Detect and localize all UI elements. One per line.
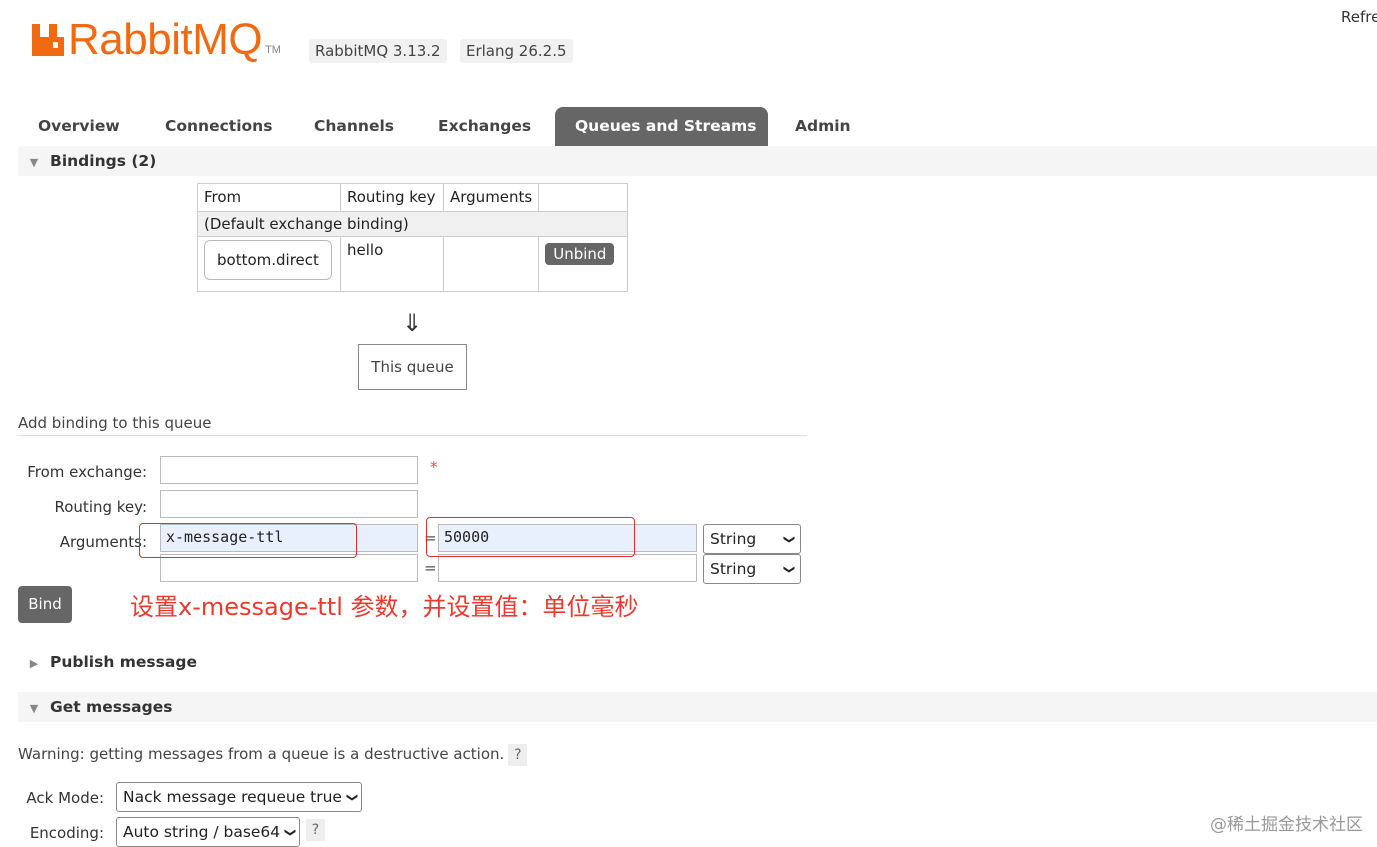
rabbitmq-version-badge: RabbitMQ 3.13.2 [309,39,447,63]
argument-key-input-2[interactable] [160,554,418,582]
routing-key-input[interactable] [160,490,418,518]
chevron-down-icon: ❯ [782,534,796,544]
help-icon[interactable]: ? [508,744,528,766]
bindings-title: Bindings (2) [50,152,157,170]
this-queue-box: This queue [358,344,467,390]
destructive-warning: Warning: getting messages from a queue i… [18,744,528,766]
down-arrow-icon: ⇓ [402,309,423,337]
ack-mode-value: Nack message requeue true [123,788,342,806]
publish-section-header[interactable]: ▶ Publish message [18,647,1377,677]
ack-mode-select[interactable]: Nack message requeue true ❯ [116,782,362,812]
table-row: bottom.direct hello Unbind [197,236,629,292]
argument-type-value-2: String [710,560,757,578]
col-routing-key: Routing key [340,183,444,212]
routing-key-label: Routing key: [54,498,148,516]
expanded-triangle-icon: ▼ [29,702,39,715]
bind-button[interactable]: Bind [18,586,72,623]
annotation-highlight-value [426,517,635,557]
chevron-down-icon: ❯ [284,827,298,837]
tab-overview[interactable]: Overview [18,107,140,146]
warning-text: Warning: getting messages from a queue i… [18,745,505,763]
argument-value-input-2[interactable] [438,554,697,582]
annotation-text: 设置x-message-ttl 参数，并设置值：单位毫秒 [130,593,639,621]
default-binding-label: (Default exchange binding) [196,211,629,237]
from-exchange-input[interactable] [160,456,418,484]
rabbitmq-logo-icon [32,24,64,56]
chevron-down-icon: ❯ [782,564,796,574]
table-header-row: From Routing key Arguments [197,183,629,212]
arguments-label: Arguments: [59,533,147,551]
collapsed-triangle-icon: ▶ [29,657,39,670]
default-binding-row: (Default exchange binding) [196,211,629,237]
chevron-down-icon: ❯ [346,792,360,802]
refresh-selector[interactable]: Refre [1341,8,1377,26]
exchange-link[interactable]: bottom.direct [204,240,332,280]
rabbitmq-logo[interactable]: RabbitMQ TM [32,14,281,62]
bindings-table: From Routing key Arguments (Default exch… [196,183,629,292]
unbind-button[interactable]: Unbind [545,243,615,265]
argument-type-select-2[interactable]: String ❯ [703,554,801,584]
get-messages-title: Get messages [50,698,173,716]
encoding-label: Encoding: [29,824,104,842]
get-messages-section-header[interactable]: ▼ Get messages [18,692,1377,722]
ack-mode-label: Ack Mode: [26,789,104,807]
encoding-value: Auto string / base64 [123,823,281,841]
required-mark: * [430,458,438,476]
binding-from-cell: bottom.direct [197,236,341,292]
tab-channels[interactable]: Channels [294,107,414,146]
publish-title: Publish message [50,653,197,671]
argument-type-select[interactable]: String ❯ [703,524,801,554]
expanded-triangle-icon: ▼ [29,156,39,169]
col-arguments: Arguments [442,183,540,212]
binding-arguments [442,236,540,292]
watermark: @稀土掘金技术社区 [1210,815,1363,835]
from-exchange-label: From exchange: [27,463,147,481]
col-actions [538,183,629,212]
tab-queues-and-streams[interactable]: Queues and Streams [555,107,768,146]
tab-admin[interactable]: Admin [775,107,871,146]
erlang-version-badge: Erlang 26.2.5 [460,39,573,63]
main-nav: Overview Connections Channels Exchanges … [18,107,1377,147]
tab-exchanges[interactable]: Exchanges [418,107,551,146]
tab-connections[interactable]: Connections [145,107,292,146]
logo-tm: TM [265,44,281,56]
equals-sign-2: = [424,559,437,577]
logo-text: RabbitMQ [68,15,263,64]
encoding-select[interactable]: Auto string / base64 ❯ [116,817,300,847]
col-from: From [197,183,341,212]
argument-type-value: String [710,530,757,548]
annotation-highlight-key [139,523,357,558]
binding-routing-key: hello [340,236,444,292]
add-binding-heading: Add binding to this queue [18,414,807,436]
binding-actions-cell: Unbind [538,236,629,292]
bindings-section-header[interactable]: ▼ Bindings (2) [18,146,1377,176]
encoding-help-icon[interactable]: ? [306,819,325,841]
